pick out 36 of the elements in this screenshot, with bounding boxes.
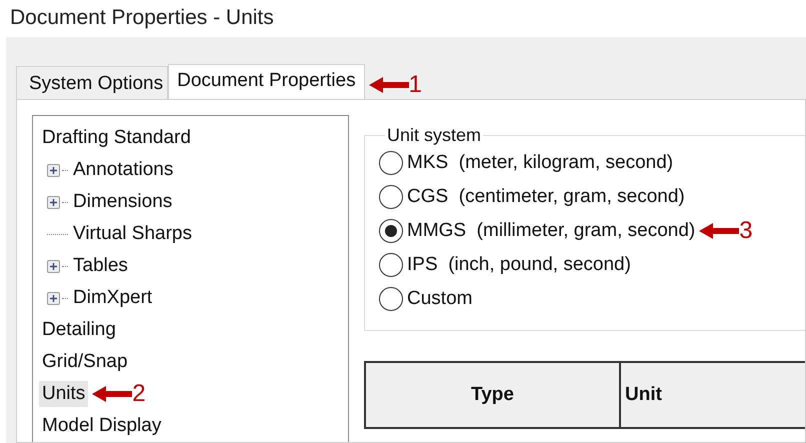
radio-label[interactable]: CGS (centimeter, gram, second) <box>407 186 685 208</box>
tree-item[interactable]: Tables <box>70 253 131 279</box>
group-title: Unit system <box>386 125 482 146</box>
callout-number: 1 <box>408 71 422 99</box>
radio-button[interactable] <box>379 185 403 209</box>
arrow-icon <box>699 222 740 240</box>
tab[interactable]: Document Properties <box>168 64 365 100</box>
expand-icon[interactable] <box>47 196 60 208</box>
arrow-icon <box>92 385 132 403</box>
radio-label[interactable]: MKS (meter, kilogram, second) <box>407 152 674 174</box>
expand-icon[interactable] <box>47 260 60 272</box>
window-title: Document Properties - Units <box>9 5 275 31</box>
tree-item[interactable]: Detailing <box>39 317 119 343</box>
tree-item[interactable]: Virtual Sharps <box>70 221 195 247</box>
tree-item[interactable]: Grid/Snap <box>39 349 131 375</box>
tab[interactable]: System Options <box>16 66 168 99</box>
radio-button[interactable] <box>379 287 403 311</box>
expand-icon[interactable] <box>47 292 60 304</box>
radio-label[interactable]: MMGS (millimeter, gram, second) <box>407 220 696 242</box>
callout-number: 3 <box>739 217 753 245</box>
radio-button[interactable] <box>379 219 403 243</box>
radio-label[interactable]: IPS (inch, pound, second) <box>407 254 631 276</box>
radio-label[interactable]: Custom <box>407 288 472 310</box>
tree-item[interactable]: Drafting Standard <box>39 125 194 151</box>
tree-item[interactable]: Model Display <box>39 413 164 439</box>
tree-item[interactable]: DimXpert <box>70 285 156 311</box>
column-header: Unit <box>624 383 663 407</box>
expand-icon[interactable] <box>47 164 60 176</box>
radio-button[interactable] <box>379 151 403 175</box>
tree-item[interactable]: Units <box>39 381 88 407</box>
callout-number: 2 <box>132 380 146 408</box>
radio-button[interactable] <box>379 253 403 277</box>
tree-item[interactable]: Dimensions <box>70 189 176 215</box>
tree-item[interactable]: Annotations <box>70 157 176 183</box>
column-header: Type <box>366 363 621 427</box>
arrow-icon <box>368 76 409 94</box>
